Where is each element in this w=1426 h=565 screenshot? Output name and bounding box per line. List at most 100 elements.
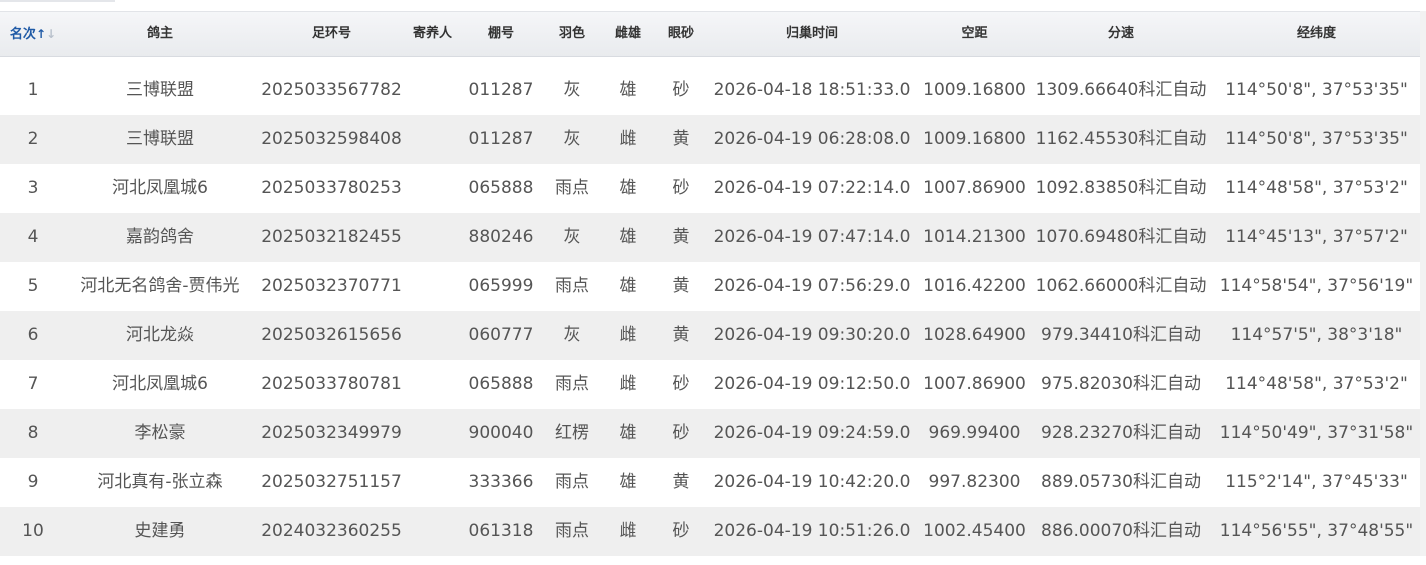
header-distance[interactable]: 空距 — [920, 12, 1029, 56]
cell-coordinates: 114°57'5", 38°3'18" — [1230, 325, 1403, 345]
cell-eye: 砂 — [672, 374, 690, 394]
cell-rank: 4 — [27, 227, 39, 247]
cell-eye: 砂 — [672, 521, 690, 541]
cell-color: 雨点 — [555, 178, 589, 198]
cell-eye: 砂 — [672, 178, 690, 198]
cell-coordinates: 114°48'58", 37°53'2" — [1225, 374, 1408, 394]
header-color[interactable]: 羽色 — [546, 12, 598, 56]
header-ring-number[interactable]: 足环号 — [254, 12, 409, 56]
header-rank[interactable]: 名次↑↓ — [0, 12, 66, 56]
header-eye[interactable]: 眼砂 — [658, 12, 704, 56]
header-speed[interactable]: 分速 — [1029, 12, 1213, 56]
cell-arrival-time: 2026-04-19 07:22:14.0 — [713, 178, 911, 198]
cell-sex: 雌 — [619, 129, 637, 149]
cell-eye: 黄 — [672, 325, 690, 345]
table-row[interactable]: 4 嘉韵鸽舍 2025032182455 880246 灰 雄 黄 2026-04-19 07… — [0, 213, 1420, 262]
cell-color: 雨点 — [555, 521, 589, 541]
cell-speed: 886.00070科汇自动 — [1041, 521, 1201, 541]
cell-ring-number: 2025032615656 — [261, 325, 402, 345]
cell-ring-number: 2025033780253 — [261, 178, 402, 198]
cell-speed: 1162.45530科汇自动 — [1035, 129, 1207, 149]
cell-arrival-time: 2026-04-19 09:24:59.0 — [713, 423, 911, 443]
cell-loft-number: 880246 — [468, 227, 534, 247]
cell-ring-number: 2024032360255 — [261, 521, 402, 541]
cell-sex: 雌 — [619, 325, 637, 345]
cell-speed: 1070.69480科汇自动 — [1035, 227, 1207, 247]
table-row[interactable]: 6 河北龙焱 2025032615656 060777 灰 雌 黄 2026-04-19 09… — [0, 311, 1420, 360]
cell-loft-number: 011287 — [468, 129, 534, 149]
cell-distance: 969.99400 — [928, 423, 1021, 443]
cell-speed: 975.82030科汇自动 — [1041, 374, 1201, 394]
cell-color: 灰 — [563, 80, 581, 100]
cell-loft-number: 065888 — [468, 178, 534, 198]
cell-sex: 雄 — [619, 472, 637, 492]
cell-rank: 8 — [27, 423, 39, 443]
cell-speed: 1092.83850科汇自动 — [1035, 178, 1207, 198]
table-row[interactable]: 3 河北凤凰城6 2025033780253 065888 雨点 雄 砂 2026-04-19… — [0, 164, 1420, 213]
cell-sex: 雄 — [619, 423, 637, 443]
cell-distance: 1007.86900 — [923, 374, 1026, 394]
cell-eye: 黄 — [672, 227, 690, 247]
header-owner[interactable]: 鸽主 — [66, 12, 254, 56]
cell-distance: 1028.64900 — [923, 325, 1026, 345]
cell-owner: 河北龙焱 — [126, 325, 194, 345]
cell-arrival-time: 2026-04-19 10:51:26.0 — [713, 521, 911, 541]
cell-sex: 雄 — [619, 227, 637, 247]
table-row[interactable]: 7 河北凤凰城6 2025033780781 065888 雨点 雌 砂 2026-04-19… — [0, 360, 1420, 409]
cell-coordinates: 114°50'49", 37°31'58" — [1219, 423, 1414, 443]
cell-sex: 雄 — [619, 80, 637, 100]
cell-owner: 三博联盟 — [126, 80, 194, 100]
cell-distance: 1009.16800 — [923, 80, 1026, 100]
cell-coordinates: 114°58'54", 37°56'19" — [1219, 276, 1414, 296]
cell-color: 灰 — [563, 325, 581, 345]
header-coordinates[interactable]: 经纬度 — [1213, 12, 1420, 56]
cell-sex: 雄 — [619, 178, 637, 198]
cell-ring-number: 2025033567782 — [261, 80, 402, 100]
cell-speed: 979.34410科汇自动 — [1041, 325, 1201, 345]
header-sex[interactable]: 雌雄 — [598, 12, 658, 56]
cell-loft-number: 065888 — [468, 374, 534, 394]
cell-ring-number: 2025032182455 — [261, 227, 402, 247]
table-row[interactable]: 5 河北无名鸽舍-贾伟光 2025032370771 065999 雨点 雄 黄 2026-0… — [0, 262, 1420, 311]
table-row[interactable]: 1 三博联盟 2025033567782 011287 灰 雄 砂 2026-04-18 18… — [0, 66, 1420, 115]
cell-eye: 砂 — [672, 80, 690, 100]
scrollbar[interactable] — [1420, 11, 1426, 556]
cell-owner: 河北无名鸽舍-贾伟光 — [80, 276, 240, 296]
cell-coordinates: 114°48'58", 37°53'2" — [1225, 178, 1408, 198]
cell-owner: 嘉韵鸽舍 — [126, 227, 194, 247]
cell-rank: 10 — [22, 521, 44, 541]
cell-sex: 雄 — [619, 276, 637, 296]
cell-color: 雨点 — [555, 276, 589, 296]
cell-coordinates: 114°56'55", 37°48'55" — [1219, 521, 1414, 541]
cell-loft-number: 900040 — [468, 423, 534, 443]
sort-icon[interactable]: ↑↓ — [36, 27, 56, 41]
cell-coordinates: 115°2'14", 37°45'33" — [1225, 472, 1408, 492]
cell-loft-number: 011287 — [468, 80, 534, 100]
cell-ring-number: 2025032751157 — [261, 472, 402, 492]
cell-eye: 黄 — [672, 472, 690, 492]
header-foster[interactable]: 寄养人 — [409, 12, 456, 56]
cell-coordinates: 114°50'8", 37°53'35" — [1225, 80, 1408, 100]
cell-distance: 1007.86900 — [923, 178, 1026, 198]
cell-distance: 1014.21300 — [923, 227, 1026, 247]
cell-color: 雨点 — [555, 374, 589, 394]
cell-eye: 黄 — [672, 276, 690, 296]
cell-color: 红楞 — [555, 423, 589, 443]
cell-speed: 1062.66000科汇自动 — [1035, 276, 1207, 296]
cell-owner: 李松豪 — [134, 423, 186, 443]
cell-rank: 3 — [27, 178, 39, 198]
table-body: 1 三博联盟 2025033567782 011287 灰雄砂 2026-04-18 18… — [0, 66, 1420, 556]
cell-rank: 6 — [27, 325, 39, 345]
header-loft-number[interactable]: 棚号 — [456, 12, 546, 56]
cell-ring-number: 2025032370771 — [261, 276, 402, 296]
cell-owner: 河北真有-张立森 — [97, 472, 223, 492]
cell-rank: 1 — [27, 80, 39, 100]
table-row[interactable]: 10 史建勇 2024032360255 061318 雨点 雌 砂 2026-04-19 1… — [0, 507, 1420, 556]
cell-color: 灰 — [563, 227, 581, 247]
cell-loft-number: 060777 — [468, 325, 534, 345]
table-row[interactable]: 9 河北真有-张立森 2025032751157 333366 雨点 雄 黄 2026-04-… — [0, 458, 1420, 507]
cell-ring-number: 2025032598408 — [261, 129, 402, 149]
table-row[interactable]: 2 三博联盟 2025032598408 011287 灰 雌 黄 2026-04-19 06… — [0, 115, 1420, 164]
header-arrival-time[interactable]: 归巢时间 — [704, 12, 920, 56]
table-row[interactable]: 8 李松豪 2025032349979 900040 红楞 雄 砂 2026-04-19 09… — [0, 409, 1420, 458]
